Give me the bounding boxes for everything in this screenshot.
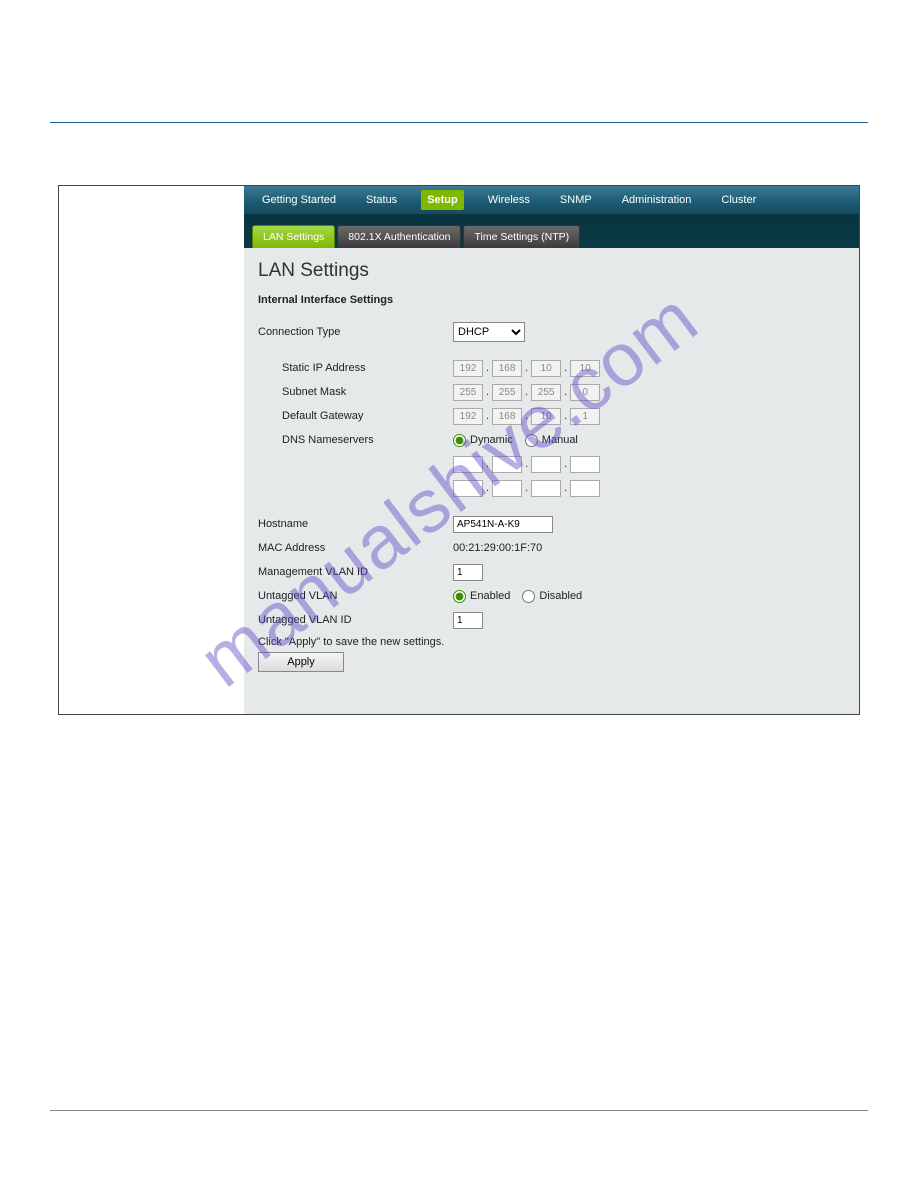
header-accent [50,97,68,123]
label-subnet: Subnet Mask [258,386,453,398]
input-gateway-4[interactable] [570,408,600,425]
dot: . [486,410,489,422]
radio-untagged-enabled[interactable] [453,590,466,603]
label-untagged-vlan-id: Untagged VLAN ID [258,614,453,626]
sub-nav: LAN Settings 802.1X Authentication Time … [244,214,859,248]
apply-button[interactable]: Apply [258,652,344,672]
dot: . [486,386,489,398]
dot: . [525,482,528,494]
radio-dns-manual[interactable] [525,434,538,447]
nav-administration[interactable]: Administration [616,190,698,210]
nav-snmp[interactable]: SNMP [554,190,598,210]
label-hostname: Hostname [258,518,453,530]
nav-getting-started[interactable]: Getting Started [256,190,342,210]
input-subnet-2[interactable] [492,384,522,401]
tab-time-settings[interactable]: Time Settings (NTP) [463,225,580,248]
input-gateway-2[interactable] [492,408,522,425]
dot: . [486,362,489,374]
input-static-ip-3[interactable] [531,360,561,377]
section-heading: Internal Interface Settings [258,294,845,306]
dot: . [525,458,528,470]
radio-dns-dynamic[interactable] [453,434,466,447]
label-connection-type: Connection Type [258,326,453,338]
dot: . [564,386,567,398]
input-dns2-1[interactable] [453,480,483,497]
input-subnet-4[interactable] [570,384,600,401]
input-dns1-4[interactable] [570,456,600,473]
dot: . [525,362,528,374]
input-gateway-1[interactable] [453,408,483,425]
top-nav: Getting Started Status Setup Wireless SN… [244,186,859,214]
input-mgmt-vlan[interactable] [453,564,483,581]
input-untagged-vlan-id[interactable] [453,612,483,629]
label-dns: DNS Nameservers [258,434,453,446]
dot: . [525,410,528,422]
input-dns1-3[interactable] [531,456,561,473]
nav-cluster[interactable]: Cluster [715,190,762,210]
label-untagged-enabled: Enabled [470,590,510,602]
tab-lan-settings[interactable]: LAN Settings [252,225,335,248]
radio-untagged-disabled[interactable] [522,590,535,603]
input-static-ip-1[interactable] [453,360,483,377]
input-static-ip-2[interactable] [492,360,522,377]
label-mgmt-vlan: Management VLAN ID [258,566,453,578]
label-dns-manual: Manual [542,434,578,446]
label-gateway: Default Gateway [258,410,453,422]
input-gateway-3[interactable] [531,408,561,425]
page-title: LAN Settings [258,260,845,282]
input-subnet-1[interactable] [453,384,483,401]
input-hostname[interactable] [453,516,553,533]
value-mac: 00:21:29:00:1F:70 [453,538,542,558]
nav-setup[interactable]: Setup [421,190,464,210]
page-rule-bottom [50,1110,868,1111]
dot: . [525,386,528,398]
page-rule-top [50,122,868,123]
input-static-ip-4[interactable] [570,360,600,377]
tab-8021x-auth[interactable]: 802.1X Authentication [337,225,461,248]
input-dns2-3[interactable] [531,480,561,497]
dot: . [486,458,489,470]
input-dns2-2[interactable] [492,480,522,497]
label-dns-dynamic: Dynamic [470,434,513,446]
input-dns2-4[interactable] [570,480,600,497]
input-dns1-1[interactable] [453,456,483,473]
content-area: LAN Settings Internal Interface Settings… [244,248,859,684]
input-subnet-3[interactable] [531,384,561,401]
dot: . [564,458,567,470]
screenshot-frame: Getting Started Status Setup Wireless SN… [58,185,860,715]
dot: . [564,482,567,494]
dot: . [564,362,567,374]
nav-wireless[interactable]: Wireless [482,190,536,210]
main-area: Getting Started Status Setup Wireless SN… [244,186,859,714]
label-mac: MAC Address [258,542,453,554]
dot: . [486,482,489,494]
label-untagged-disabled: Disabled [539,590,582,602]
apply-message: Click "Apply" to save the new settings. [258,636,845,648]
dot: . [564,410,567,422]
sidebar-placeholder [59,186,244,714]
label-static-ip: Static IP Address [258,362,453,374]
nav-status[interactable]: Status [360,190,403,210]
input-dns1-2[interactable] [492,456,522,473]
label-untagged-vlan: Untagged VLAN [258,590,453,602]
select-connection-type[interactable]: DHCP [453,322,525,342]
